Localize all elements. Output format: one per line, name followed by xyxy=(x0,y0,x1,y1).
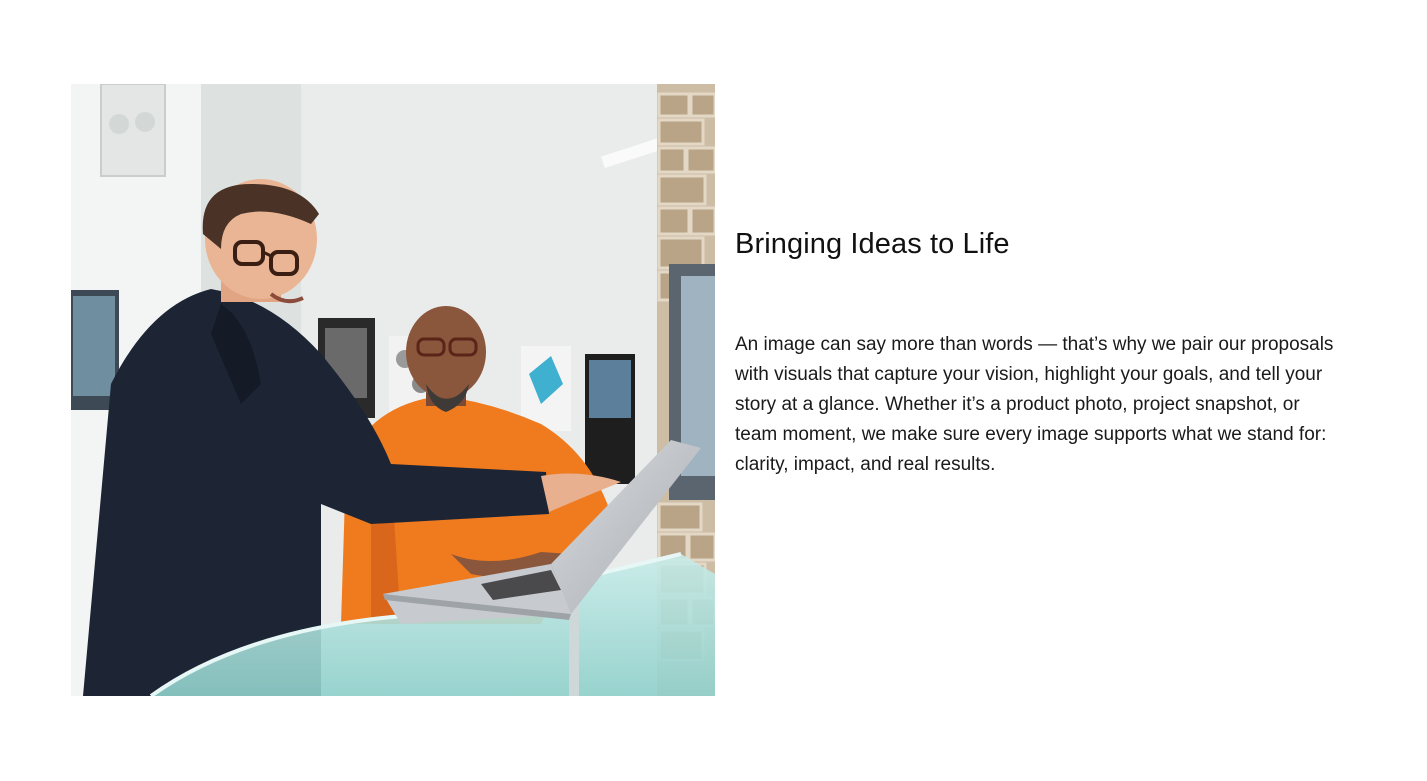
feature-section: Bringing Ideas to Life An image can say … xyxy=(0,0,1427,781)
feature-photo xyxy=(71,84,715,696)
feature-paragraph: An image can say more than words — that’… xyxy=(735,334,1334,475)
feature-content: Bringing Ideas to Life An image can say … xyxy=(735,224,1355,480)
feature-heading: Bringing Ideas to Life xyxy=(735,228,1010,260)
